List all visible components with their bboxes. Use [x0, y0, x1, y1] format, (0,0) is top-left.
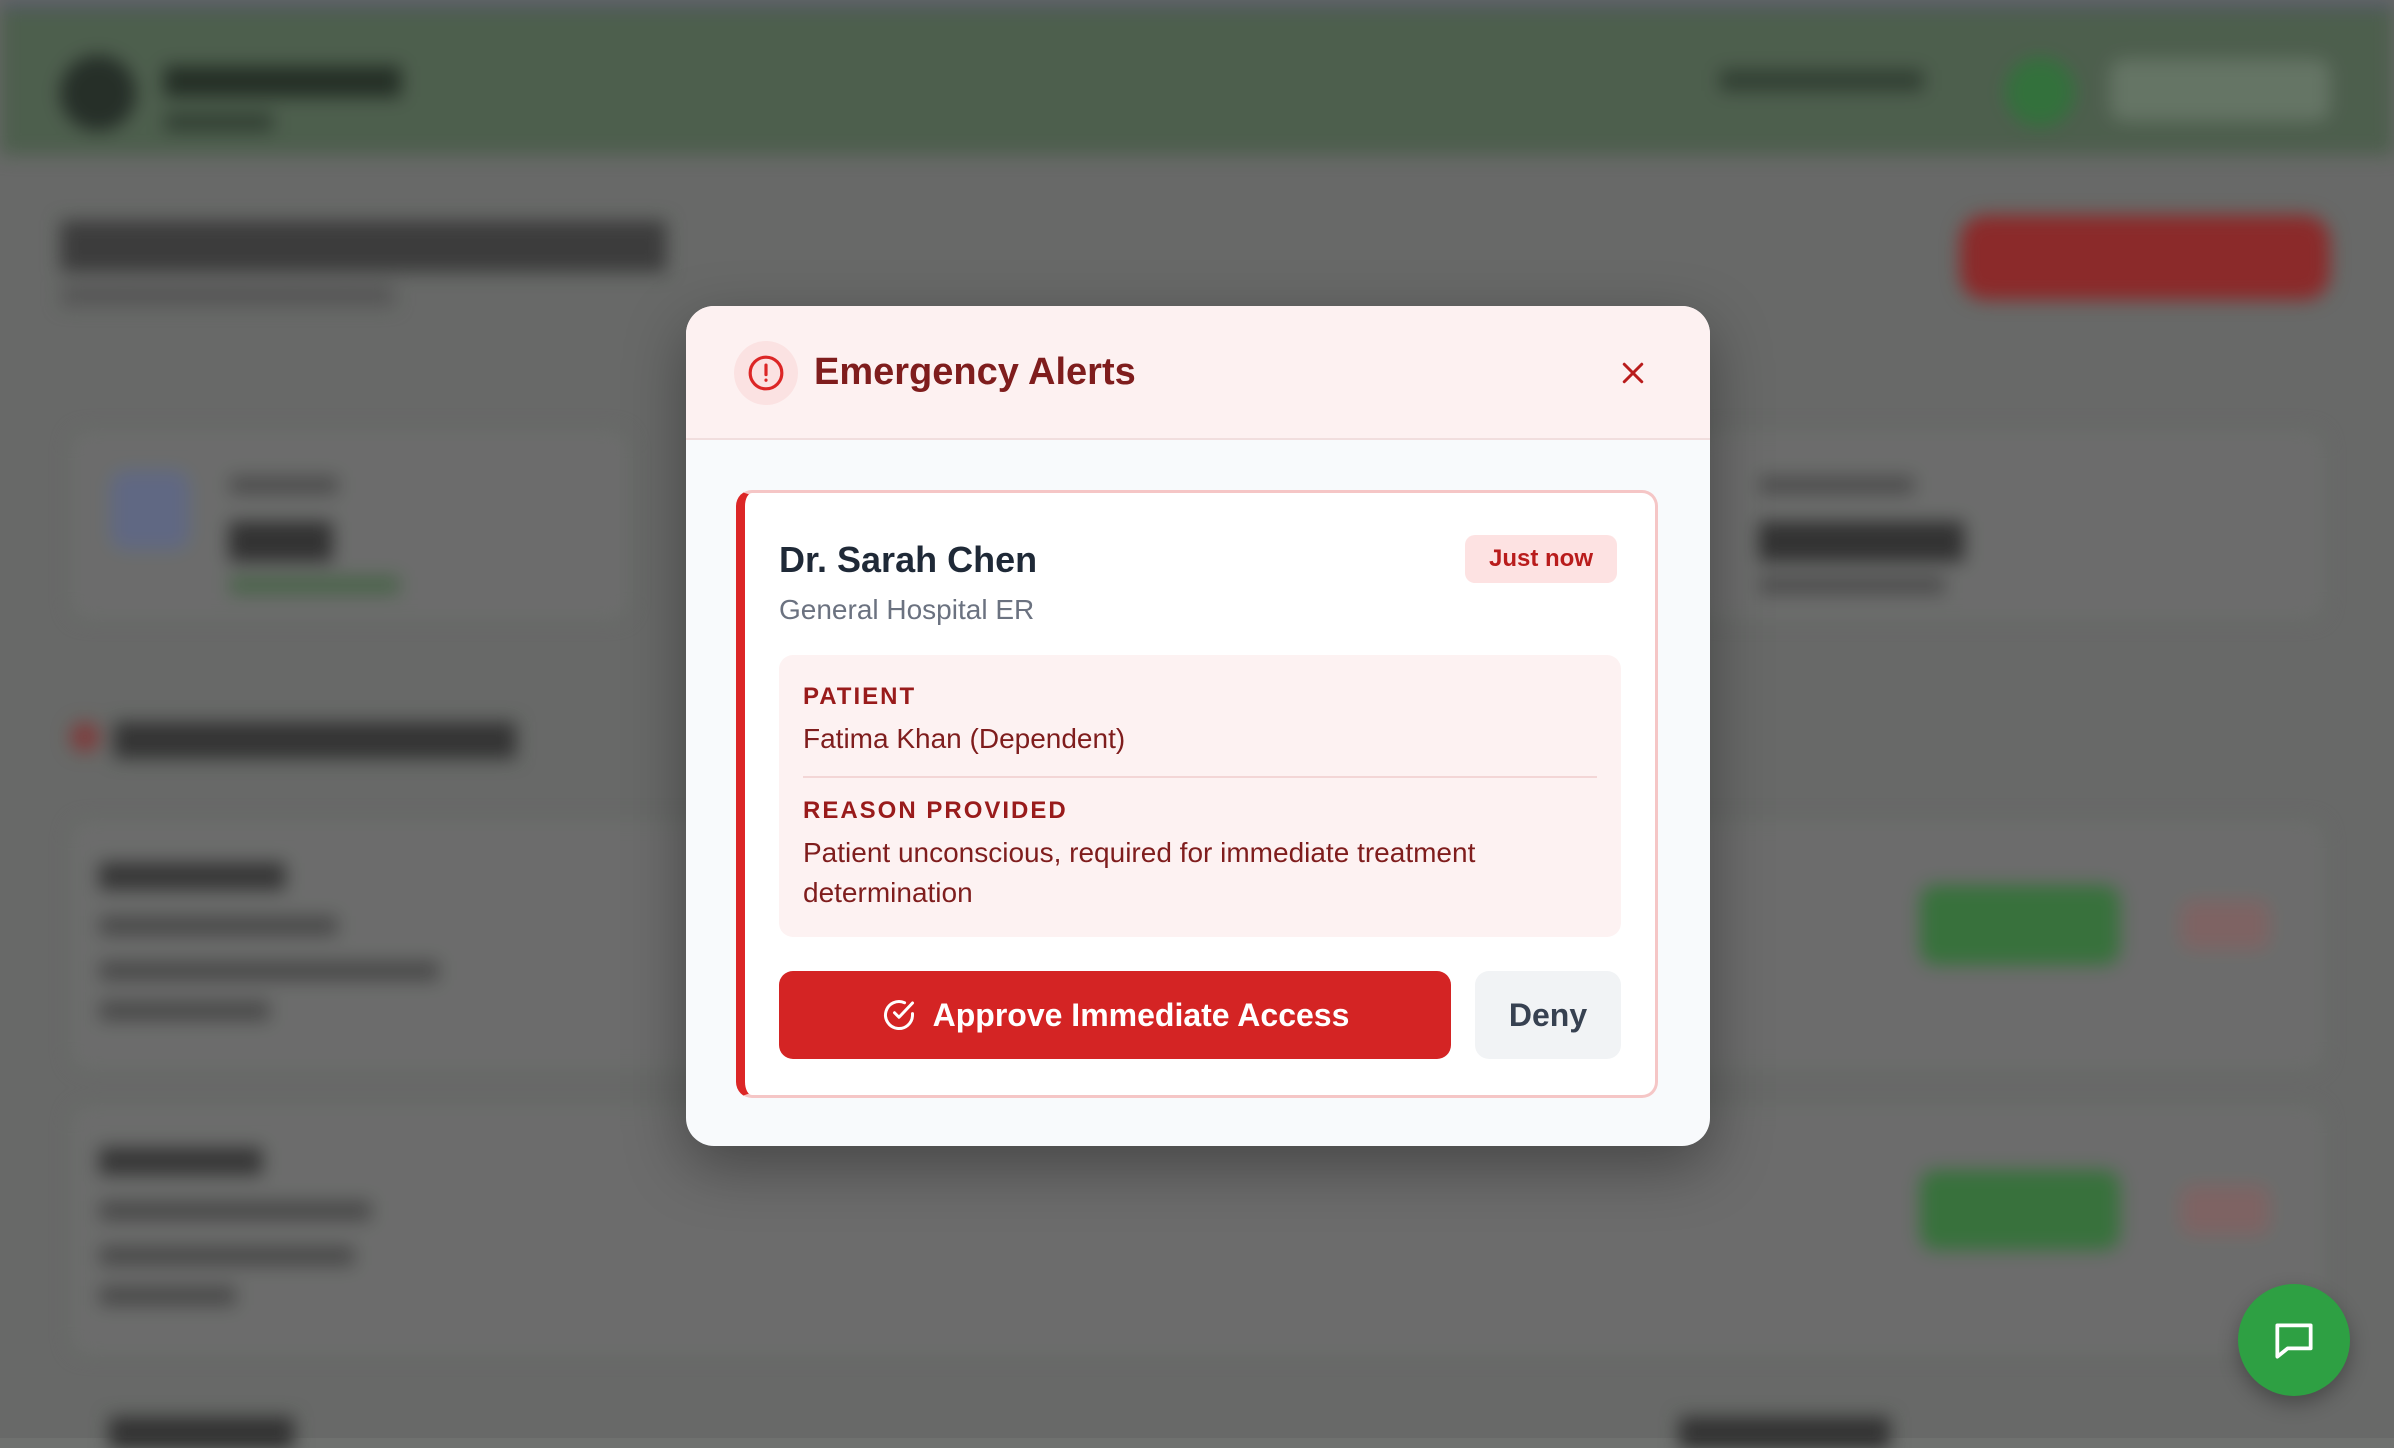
divider: [803, 776, 1597, 778]
modal-title: Emergency Alerts: [814, 351, 1136, 393]
deny-button[interactable]: Deny: [1475, 971, 1621, 1059]
doctor-name: Dr. Sarah Chen: [779, 539, 1038, 580]
patient-label: PATIENT: [803, 683, 917, 710]
check-circle-icon: [883, 1000, 914, 1030]
close-icon: [1622, 362, 1644, 384]
chat-button[interactable]: [2238, 1284, 2350, 1396]
emergency-alerts-modal: Emergency Alerts Dr. Sarah Chen General …: [686, 306, 1710, 1146]
modal-header: Emergency Alerts: [686, 306, 1710, 440]
alert-circle-icon: [734, 341, 798, 405]
reason-value: Patient unconscious, required for immedi…: [803, 837, 1476, 908]
alert-details: PATIENT Fatima Khan (Dependent) REASON P…: [779, 655, 1621, 937]
approve-access-button[interactable]: Approve Immediate Access: [779, 971, 1451, 1059]
emergency-alert-card: Dr. Sarah Chen General Hospital ER Just …: [736, 490, 1658, 1098]
approve-button-label: Approve Immediate Access: [932, 996, 1350, 1033]
reason-label: REASON PROVIDED: [803, 797, 1068, 824]
time-badge: Just now: [1464, 535, 1617, 583]
patient-value: Fatima Khan (Dependent): [803, 723, 1126, 754]
close-button[interactable]: [1608, 348, 1658, 398]
chat-bubble-icon: [2275, 1323, 2313, 1359]
facility-name: General Hospital ER: [779, 594, 1035, 625]
